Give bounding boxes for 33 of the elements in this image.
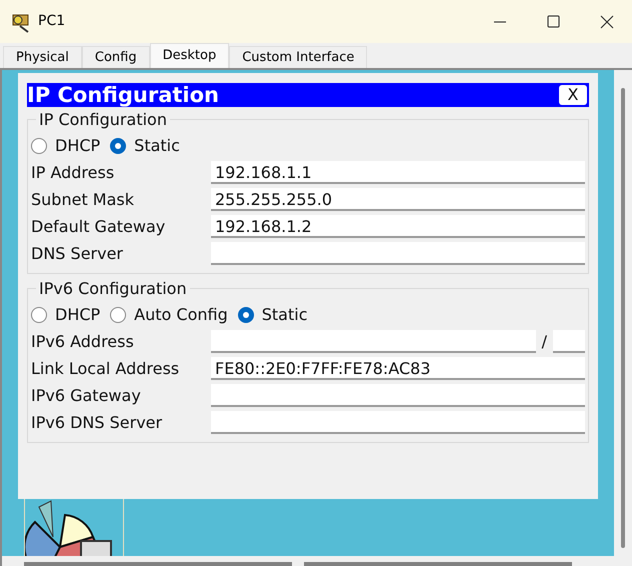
radio-option[interactable]: DHCP (31, 302, 100, 326)
field-label: Default Gateway (31, 216, 166, 238)
text-field[interactable] (211, 411, 585, 434)
prefix-field[interactable] (553, 330, 585, 353)
slash-separator: / (542, 330, 547, 352)
field-label: IPv6 Gateway (31, 384, 142, 406)
tab[interactable]: Custom Interface (229, 46, 368, 68)
text-field[interactable] (211, 384, 585, 407)
text-field[interactable]: 255.255.255.0 (211, 188, 585, 211)
field-label: IPv6 DNS Server (31, 412, 164, 434)
tab[interactable]: Config (82, 46, 150, 68)
close-icon[interactable] (600, 14, 614, 28)
text-field[interactable]: 192.168.1.1 (211, 161, 585, 184)
field-label: IPv6 Address (31, 330, 135, 352)
close-button[interactable]: X (559, 85, 587, 105)
radio-option[interactable]: Static (238, 302, 308, 326)
scrollbar-thumb[interactable] (621, 88, 625, 548)
dialog-title: IP Configuration (27, 83, 219, 107)
radio-option[interactable]: Static (110, 134, 180, 158)
field-label: IP Address (31, 162, 116, 184)
text-field[interactable]: FE80::2E0:F7FF:FE78:AC83 (211, 357, 585, 380)
text-field[interactable]: 192.168.1.2 (211, 215, 585, 238)
tab[interactable]: Physical (3, 46, 82, 68)
maximize-icon[interactable] (547, 15, 560, 28)
radio-option[interactable]: Auto Config (110, 302, 228, 326)
field-label: Link Local Address (31, 358, 180, 380)
window-title: PC1 (38, 12, 66, 31)
address-field[interactable] (211, 330, 536, 353)
text-field[interactable] (211, 242, 585, 265)
radio-option[interactable]: DHCP (31, 134, 100, 158)
field-label: Subnet Mask (31, 188, 136, 210)
tab[interactable]: Desktop (150, 43, 230, 68)
field-label: DNS Server (31, 242, 124, 264)
